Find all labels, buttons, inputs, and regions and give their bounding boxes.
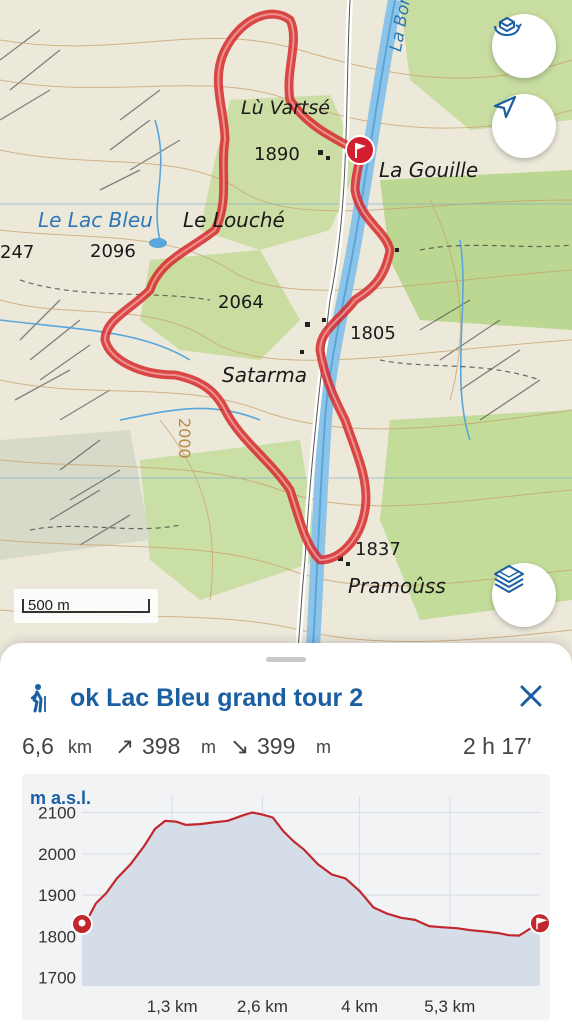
route-title: ok Lac Bleu grand tour 2 (70, 684, 364, 712)
route-title-row: ok Lac Bleu grand tour 2 (26, 681, 546, 715)
navigation-arrow-icon (493, 95, 517, 119)
y-tick-label: 1700 (38, 969, 76, 988)
map-label-pramouss: Pramoûss (348, 574, 446, 598)
x-tick-label: 4 km (341, 997, 378, 1016)
map-label-lu-vartse: Lù Vartsé (241, 97, 330, 119)
x-tick-label: 2,6 km (237, 997, 288, 1016)
route-stats: 6,6 km ↗ 398 m ↘ 399 m 2 h 17′ (22, 733, 552, 763)
y-tick-label: 1900 (38, 886, 76, 905)
profile-end-marker (529, 912, 550, 935)
distance-unit: km (68, 737, 92, 757)
elevation-area (82, 812, 540, 986)
locate-button[interactable] (492, 94, 556, 158)
map-altitude-1890: 1890 (254, 144, 300, 165)
rotate-3d-icon (494, 17, 522, 37)
layers-icon (494, 565, 524, 593)
ascent-unit: m (201, 737, 216, 757)
descent-value: 399 (257, 733, 296, 759)
map-scale-bar: 500 m (14, 589, 158, 623)
elevation-profile-plot: 2100 2000 1900 1800 1700 1,3 km 2,6 km 4 km 5,3 … (38, 796, 550, 1016)
route-start-marker (345, 135, 375, 165)
x-tick-label: 5,3 km (424, 997, 475, 1016)
map-label-le-louche: Le Louché (183, 208, 285, 232)
distance-value: 6,6 (22, 733, 54, 759)
descent-unit: m (316, 737, 331, 757)
map-altitude-2096: 2096 (90, 241, 136, 262)
layers-button[interactable] (492, 563, 556, 627)
y-tick-label: 2100 (38, 804, 76, 823)
map-contour-2000: 2000 (175, 418, 194, 459)
route-detail-sheet[interactable]: ok Lac Bleu grand tour 2 6,6 km ↗ 398 m … (0, 643, 572, 1024)
x-tick-label: 1,3 km (147, 997, 198, 1016)
profile-start-marker-dot (78, 919, 86, 927)
map-altitude-1837: 1837 (355, 539, 401, 560)
map-label-satarma: Satarma (222, 363, 308, 387)
sheet-drag-handle[interactable] (266, 657, 306, 662)
hiking-icon (30, 684, 46, 713)
elevation-profile-chart[interactable]: m a.s.l. 2100 2000 1900 1800 1700 1,3 km 2,6 k… (22, 774, 550, 1020)
map-label-le-lac-bleu: Le Lac Bleu (38, 208, 153, 232)
y-tick-label: 2000 (38, 845, 76, 864)
scale-label: 500 m (28, 597, 70, 614)
duration-value: 2 h 17′ (463, 733, 532, 759)
close-icon (520, 685, 542, 707)
map-label-la-gouille: La Gouille (379, 158, 479, 182)
ascent-icon: ↗ (115, 733, 135, 759)
rotate-3d-button[interactable] (492, 14, 556, 78)
map-view[interactable]: Lù Vartsé La Gouille Le Lac Bleu Le Louc… (0, 0, 572, 665)
ascent-value: 398 (142, 733, 181, 759)
descent-icon: ↘ (230, 733, 250, 759)
map-altitude-247: 247 (0, 242, 35, 263)
y-tick-label: 1800 (38, 927, 76, 946)
map-altitude-1805: 1805 (350, 323, 396, 344)
map-altitude-2064: 2064 (218, 292, 264, 313)
close-button[interactable] (516, 681, 546, 711)
